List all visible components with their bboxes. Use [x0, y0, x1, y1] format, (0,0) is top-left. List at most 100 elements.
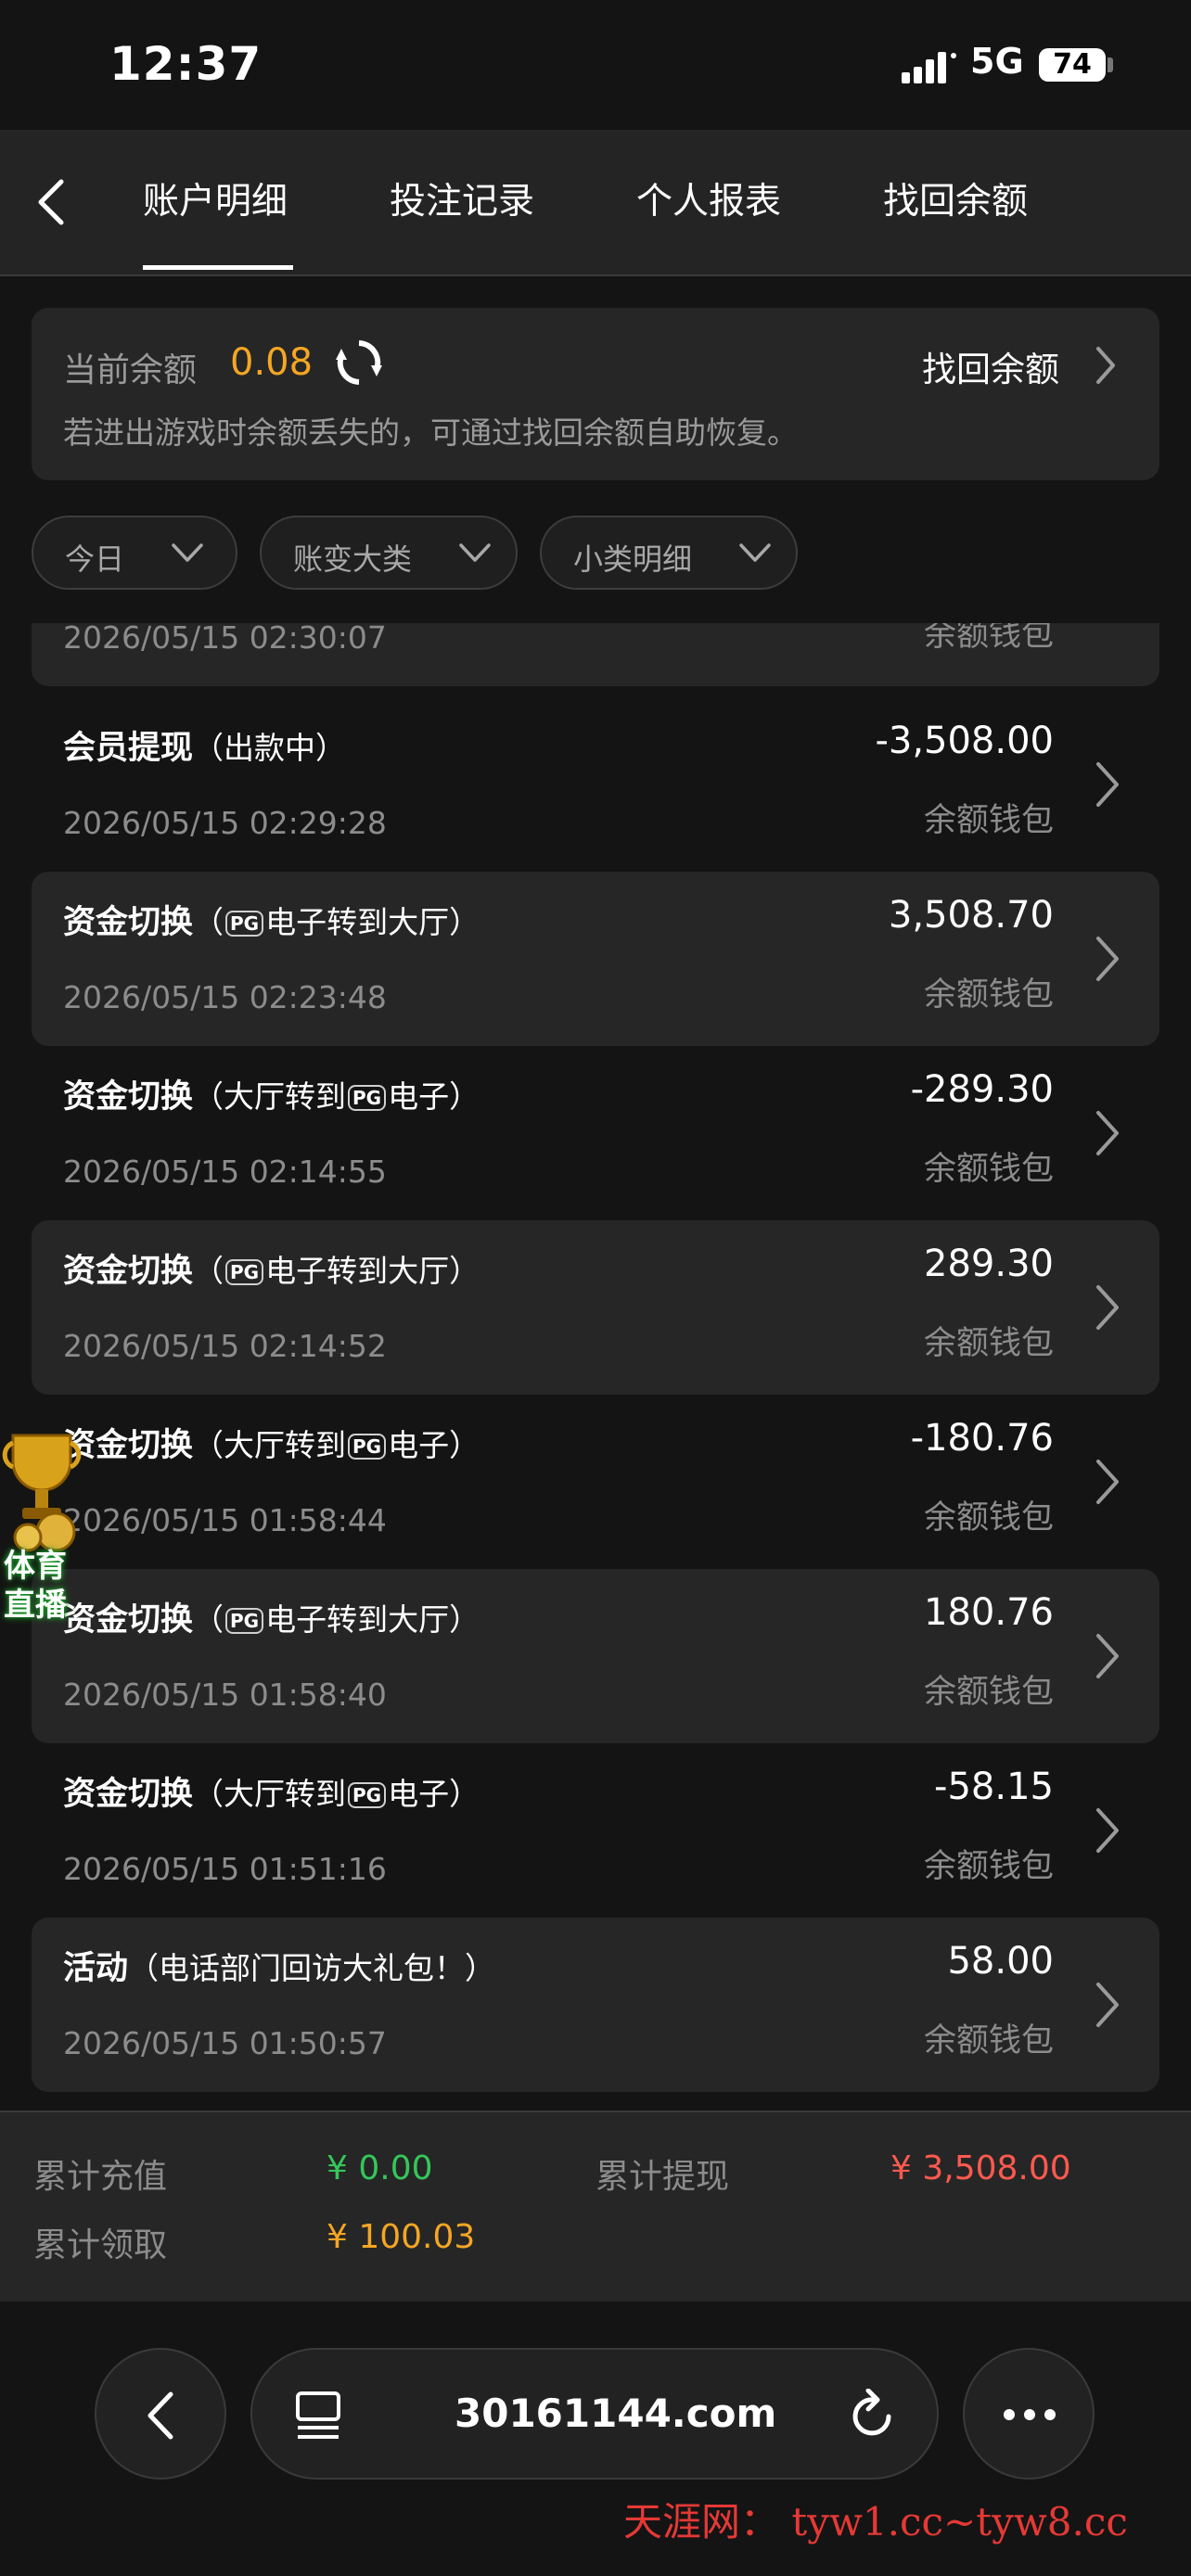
- record-row[interactable]: 资金切换（ PG 电子转到大厅） 2026/05/15 02:14:52 289.3…: [32, 1220, 1159, 1395]
- balance-amount: 0.08: [230, 341, 314, 384]
- chevron-left-icon: [147, 2391, 173, 2440]
- chevron-right-icon[interactable]: [1095, 1105, 1121, 1161]
- record-amount: -180.76: [910, 1417, 1054, 1460]
- record-wallet: 余额钱包: [923, 1325, 1054, 1362]
- record-detail-suffix: 电子）: [388, 1427, 480, 1463]
- chevron-down-icon: [459, 543, 491, 562]
- record-type: 资金切换: [63, 904, 194, 941]
- record-row[interactable]: 资金切换（大厅转到 PG 电子） 2026/05/15 02:14:55 -289.…: [32, 1046, 1159, 1220]
- record-detail-prefix: （大厅转到: [193, 1776, 347, 1812]
- record-detail-prefix: （: [193, 1601, 224, 1638]
- pg-logo-icon: PG: [348, 1085, 387, 1111]
- sports-live-badge[interactable]: 体育 直播: [4, 1547, 67, 1625]
- status-time: 12:37: [109, 37, 263, 91]
- record-date: 2026/05/15 01:58:40: [63, 1677, 387, 1713]
- record-date: 2026/05/15 02:30:07: [63, 623, 387, 656]
- record-wallet: 余额钱包: [923, 802, 1054, 839]
- network-type: 5G: [970, 41, 1024, 82]
- filter-category-dropdown[interactable]: 账变大类: [260, 516, 518, 590]
- badge-line-2: 直播: [4, 1587, 67, 1624]
- record-amount: -58.15: [934, 1766, 1054, 1808]
- battery-tip: [1108, 57, 1113, 72]
- back-arrow-icon[interactable]: [33, 176, 70, 228]
- record-title: 资金切换（大厅转到 PG 电子）: [63, 1070, 480, 1117]
- record-date: 2026/05/15 02:29:28: [63, 805, 387, 841]
- chevron-down-icon: [172, 543, 203, 562]
- reload-icon[interactable]: [848, 2389, 900, 2442]
- record-detail: （出款中）: [193, 730, 347, 766]
- chevron-right-icon[interactable]: [1095, 1977, 1121, 2033]
- record-title: 资金切换（大厅转到 PG 电子）: [63, 1419, 480, 1466]
- total-withdraw-label: 累计提现: [596, 2158, 730, 2196]
- record-date: 2026/05/15 01:58:44: [63, 1502, 387, 1538]
- record-row[interactable]: 资金切换（大厅转到 PG 电子） 2026/05/15 01:58:44 -180.…: [32, 1395, 1159, 1569]
- record-detail-suffix: 电子转到大厅）: [265, 904, 480, 940]
- chevron-right-icon[interactable]: [1095, 1280, 1121, 1335]
- chevron-right-icon[interactable]: [1095, 757, 1121, 812]
- record-detail-prefix: （大厅转到: [193, 1078, 347, 1115]
- record-detail-prefix: （: [193, 904, 224, 940]
- record-title: 资金切换（大厅转到 PG 电子）: [63, 1767, 480, 1815]
- record-type: 资金切换: [63, 1078, 194, 1116]
- chevron-right-icon[interactable]: [1095, 931, 1121, 987]
- record-detail: （电话部门回访大礼包！）: [128, 1950, 496, 1986]
- pg-logo-icon: PG: [348, 1782, 387, 1808]
- record-detail-suffix: 电子转到大厅）: [265, 1253, 480, 1289]
- pg-logo-icon: PG: [225, 911, 264, 937]
- balance-hint: 若进出游戏时余额丢失的，可通过找回余额自助恢复。: [63, 414, 798, 451]
- record-wallet: 余额钱包: [923, 1499, 1054, 1537]
- record-row[interactable]: 资金切换（ PG 电子转到大厅） 2026/05/15 01:58:40 180.7…: [32, 1569, 1159, 1743]
- record-title: 资金切换（ PG 电子转到大厅）: [63, 1593, 480, 1640]
- chevron-right-icon[interactable]: [1093, 345, 1119, 386]
- balance-card: [32, 308, 1159, 480]
- record-amount: -3,508.00: [875, 720, 1054, 762]
- record-detail-prefix: （: [193, 1253, 224, 1289]
- record-date: 2026/05/15 02:14:55: [63, 1154, 387, 1190]
- filter-date-dropdown[interactable]: 今日: [32, 516, 237, 590]
- battery-indicator: 74: [1039, 48, 1106, 82]
- record-type: 资金切换: [63, 1776, 194, 1813]
- refresh-icon[interactable]: [334, 338, 384, 388]
- recover-balance-link[interactable]: 找回余额: [922, 341, 1059, 391]
- record-date: 2026/05/15 01:50:57: [63, 2025, 387, 2061]
- total-recharge-value: ¥ 0.00: [327, 2149, 433, 2187]
- filter-subcategory-dropdown[interactable]: 小类明细: [540, 516, 798, 590]
- url-text: 30161144.com: [455, 2391, 777, 2436]
- record-title: 活动（电话部门回访大礼包！）: [63, 1942, 495, 1989]
- record-row[interactable]: 资金切换（大厅转到 PG 电子） 2026/05/15 01:51:16 -58.1…: [32, 1743, 1159, 1918]
- tab-account-details[interactable]: 账户明细: [143, 172, 288, 224]
- record-row[interactable]: 活动（电话部门回访大礼包！） 2026/05/15 01:50:57 58.00…: [32, 1918, 1159, 2092]
- chevron-right-icon[interactable]: [1095, 1628, 1121, 1684]
- total-claim-label: 累计领取: [33, 2226, 168, 2264]
- record-type: 会员提现: [63, 730, 194, 767]
- pg-logo-icon: PG: [348, 1434, 387, 1460]
- record-amount: 3,508.70: [888, 894, 1054, 937]
- badge-line-1: 体育: [4, 1548, 67, 1585]
- chevron-right-icon[interactable]: [1095, 1454, 1121, 1510]
- chevron-right-icon[interactable]: [1095, 1803, 1121, 1858]
- record-title: 资金切换（ PG 电子转到大厅）: [63, 896, 480, 943]
- record-wallet: 余额钱包: [923, 623, 1054, 654]
- record-row[interactable]: 会员提现（出款中） 2026/05/15 02:29:28 -3,508.00 …: [32, 697, 1159, 872]
- total-claim-value: ¥ 100.03: [327, 2218, 476, 2256]
- record-wallet: 余额钱包: [923, 2022, 1054, 2060]
- record-wallet: 余额钱包: [923, 976, 1054, 1014]
- tab-personal-report[interactable]: 个人报表: [636, 172, 781, 224]
- active-tab-indicator: [143, 265, 293, 270]
- watermark: 天涯网： tyw1.cc~tyw8.cc: [623, 2499, 1128, 2544]
- record-row[interactable]: 资金切换（ PG 电子转到大厅） 2026/05/15 02:23:48 3,508…: [32, 872, 1159, 1046]
- record-title: 资金切换（ PG 电子转到大厅）: [63, 1244, 480, 1292]
- record-detail-suffix: 电子）: [388, 1078, 480, 1115]
- filter-date-label: 今日: [65, 542, 125, 577]
- browser-more-button[interactable]: [963, 2348, 1095, 2480]
- records-list: 2026/05/15 02:30:07 余额钱包 会员提现（出款中） 2026/…: [0, 623, 1191, 2109]
- tab-bet-records[interactable]: 投注记录: [390, 172, 534, 224]
- browser-back-button[interactable]: [95, 2348, 226, 2480]
- record-type: 活动: [63, 1950, 129, 1987]
- filter-subcategory-label: 小类明细: [573, 542, 693, 577]
- record-row[interactable]: 2026/05/15 02:30:07 余额钱包: [32, 623, 1159, 686]
- tab-recover-balance[interactable]: 找回余额: [883, 172, 1028, 224]
- record-title: 会员提现（出款中）: [63, 721, 346, 769]
- record-wallet: 余额钱包: [923, 1151, 1054, 1188]
- pg-logo-icon: PG: [225, 1608, 264, 1634]
